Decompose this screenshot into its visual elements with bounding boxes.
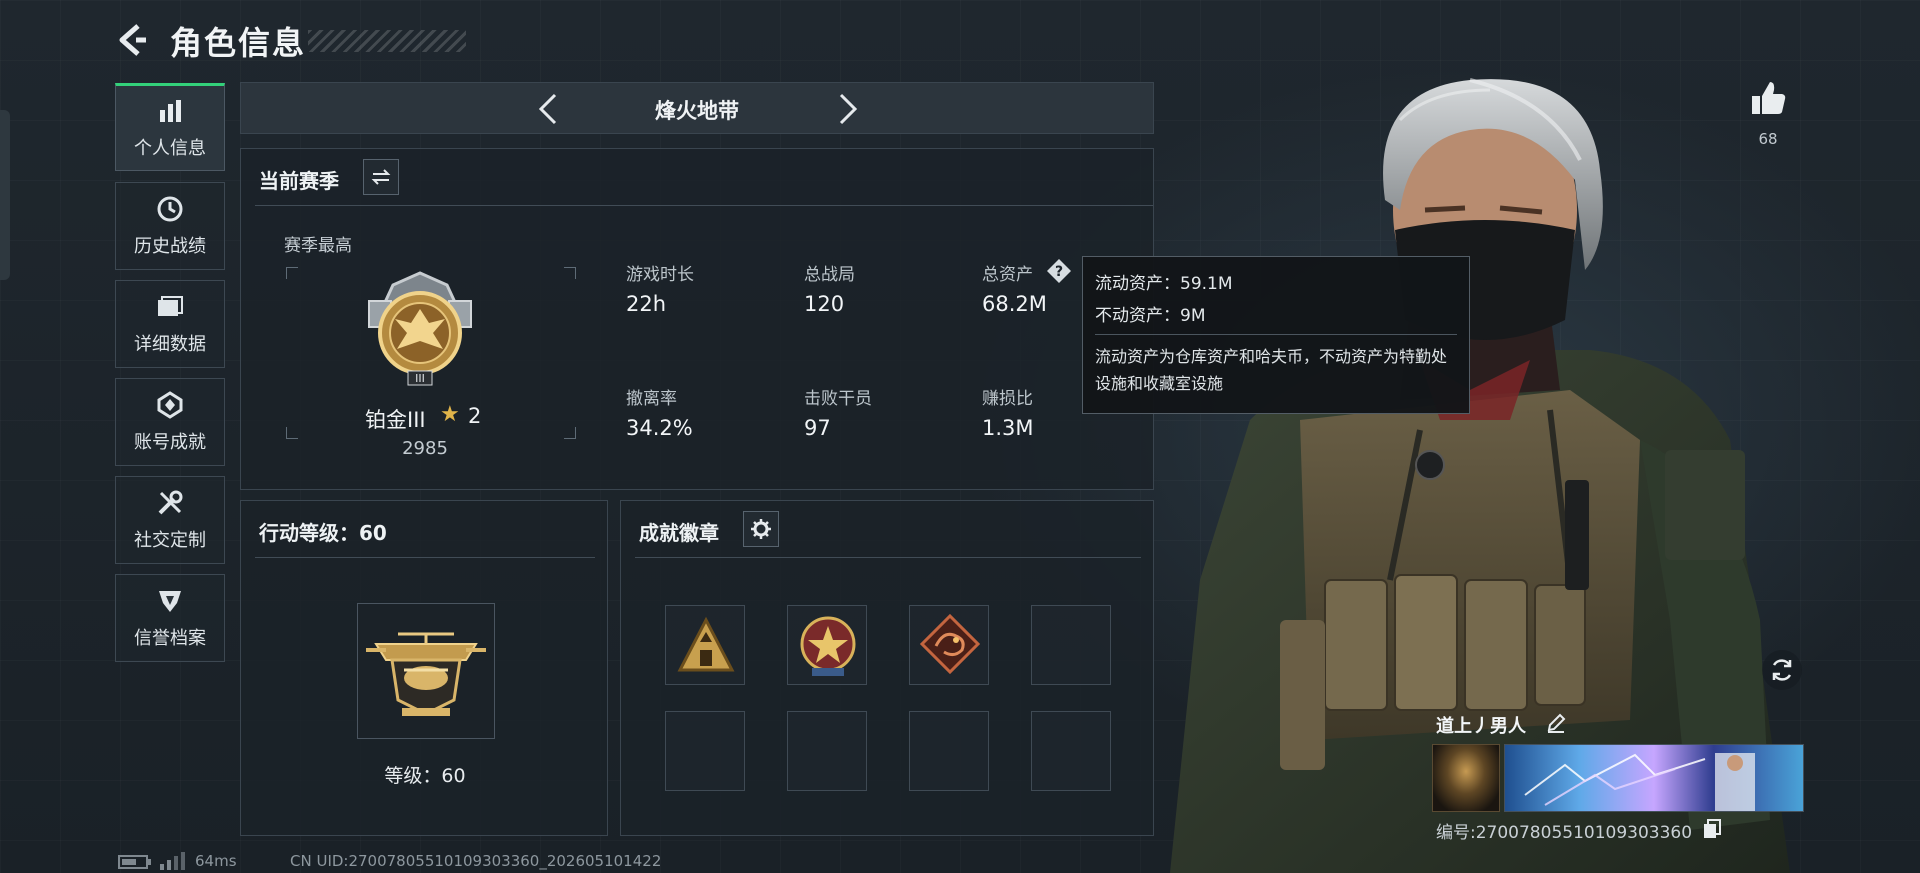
rank-stars: 2 xyxy=(468,404,482,428)
reputation-icon xyxy=(159,591,181,612)
account-uid: CN UID:270078055101093033​60_20260510142… xyxy=(290,852,662,870)
sidebar-item-label: 详细数据 xyxy=(134,334,206,355)
tooltip-fixed-assets: 不动资产：9M xyxy=(1095,306,1206,326)
stat-value-kills: 97 xyxy=(804,416,831,440)
asset-tooltip: 流动资产：59.1M 不动资产：9M 流动资产为仓库资产和哈夫币，不动资产为特勤… xyxy=(1082,256,1470,414)
sidebar-item-label: 个人信息 xyxy=(134,138,206,159)
sidebar-item-label: 信誉档案 xyxy=(134,628,206,649)
sidebar-item-social[interactable]: 社交定制 xyxy=(115,476,225,564)
stat-value-extract-rate: 34.2% xyxy=(626,416,693,440)
tooltip-note: 流动资产为仓库资产和哈夫币，不动资产为特勤处设施和收藏室设施 xyxy=(1095,347,1448,393)
action-level-divider xyxy=(255,557,595,558)
achievement-icon xyxy=(157,391,183,419)
stat-value-playtime: 22h xyxy=(626,292,667,316)
badge-slot-empty[interactable] xyxy=(909,711,989,791)
history-icon xyxy=(157,196,183,222)
badge-slot[interactable] xyxy=(909,605,989,685)
stat-label-playtime: 游戏时长 xyxy=(626,265,694,285)
action-level-panel: 行动等级：60 等级：60 xyxy=(240,500,608,836)
player-avatar[interactable] xyxy=(1432,744,1500,812)
badge-slot[interactable] xyxy=(665,605,745,685)
tooltip-divider xyxy=(1095,334,1457,335)
sidebar-item-personal-info[interactable]: 个人信息 xyxy=(115,83,225,171)
sidebar-item-history[interactable]: 历史战绩 xyxy=(115,182,225,270)
rank-star-icon: ★ xyxy=(440,402,460,427)
mode-selector: 烽火地带 xyxy=(240,82,1154,134)
badge-settings-button[interactable] xyxy=(743,511,779,547)
sidebar-item-reputation[interactable]: 信誉档案 xyxy=(115,574,225,662)
badge-slot-empty[interactable] xyxy=(665,711,745,791)
player-banner[interactable] xyxy=(1504,744,1804,812)
rank-score-anchor: 2985 xyxy=(240,0,610,459)
network-ping: 64ms xyxy=(195,852,237,870)
folder-icon xyxy=(158,296,183,316)
badge-slot-empty[interactable] xyxy=(1031,605,1111,685)
sidebar-item-label: 社交定制 xyxy=(134,530,206,551)
back-arrow-icon[interactable] xyxy=(112,20,152,60)
asset-help-icon[interactable]: ? xyxy=(1046,258,1072,284)
sidebar-item-label: 账号成就 xyxy=(134,432,206,453)
stat-label-kills: 击败干员 xyxy=(804,389,872,409)
stat-value-matches: 120 xyxy=(804,292,845,316)
bar-chart-icon xyxy=(160,100,181,122)
thumbs-up-icon[interactable] xyxy=(1748,78,1788,118)
rank-name: 铂金III xyxy=(365,408,426,432)
lightning-banner-art xyxy=(1524,753,1755,811)
corner-mark xyxy=(564,267,576,279)
edge-pull-tab[interactable] xyxy=(0,110,10,280)
dragon-badge-icon xyxy=(919,613,981,675)
action-level-title: 行动等级：60 xyxy=(259,521,387,545)
signal-icon xyxy=(160,852,185,870)
title-decoration xyxy=(308,30,466,52)
achievement-badges-panel: 成就徽章 xyxy=(620,500,1154,836)
copy-icon[interactable] xyxy=(1702,818,1722,840)
badges-title: 成就徽章 xyxy=(639,521,719,545)
sidebar-item-achievements[interactable]: 账号成就 xyxy=(115,378,225,466)
stat-value-profit-ratio: 1.3M xyxy=(982,416,1034,440)
badges-divider xyxy=(635,557,1141,558)
player-id: 编号:2700780551010930336​0 xyxy=(1436,823,1693,843)
stat-label-profit-ratio: 赚损比 xyxy=(982,389,1033,409)
edit-pencil-icon[interactable] xyxy=(1545,712,1567,734)
page-title: 角色信息 xyxy=(170,24,307,62)
rank-score: 2985 xyxy=(402,438,448,459)
refresh-button[interactable] xyxy=(1762,650,1802,690)
star-badge-icon xyxy=(800,616,856,676)
chevron-right-icon[interactable] xyxy=(831,91,865,127)
stat-label-matches: 总战局 xyxy=(804,265,855,285)
stat-label-extract-rate: 撤离率 xyxy=(626,389,677,409)
sidebar-item-details[interactable]: 详细数据 xyxy=(115,280,225,368)
battery-icon xyxy=(118,855,151,869)
gear-icon xyxy=(751,519,771,539)
action-level-emblem-frame xyxy=(357,603,495,739)
action-level-text: 等级：60 xyxy=(384,765,466,787)
refresh-icon xyxy=(1772,659,1792,681)
badge-slot[interactable] xyxy=(787,605,867,685)
sidebar-item-label: 历史战绩 xyxy=(134,236,206,257)
svg-text:?: ? xyxy=(1055,264,1063,280)
helicopter-emblem xyxy=(366,632,486,716)
tooltip-liquid-assets: 流动资产：59.1M xyxy=(1095,274,1233,294)
badge-slot-empty[interactable] xyxy=(787,711,867,791)
like-count: 68 xyxy=(1758,130,1778,148)
tools-icon xyxy=(158,490,183,515)
mode-title: 烽火地带 xyxy=(655,99,739,123)
triangle-badge-icon xyxy=(677,616,735,672)
stat-label-total-assets: 总资产 xyxy=(982,265,1033,285)
player-name: 道上丿男人 xyxy=(1436,716,1526,737)
badge-slot-empty[interactable] xyxy=(1031,711,1111,791)
stat-value-total-assets: 68.2M xyxy=(982,292,1047,316)
